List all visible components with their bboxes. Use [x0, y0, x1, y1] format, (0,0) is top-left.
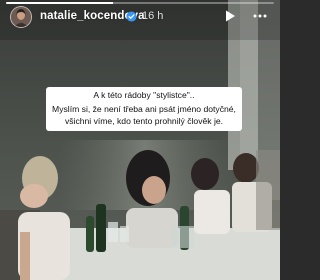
verified-badge-icon [126, 11, 137, 22]
post-timestamp: 16 h [142, 10, 164, 22]
play-icon[interactable] [222, 8, 238, 24]
caption-line-2: Myslím si, že není třeba ani psát jméno … [52, 104, 236, 114]
story-text-overlay: A k této rádoby "stylistce".. Myslím si,… [46, 87, 242, 131]
story-viewer[interactable]: natalie_kocendova 16 h A k této rádoby "… [0, 0, 280, 280]
more-options-icon[interactable] [252, 8, 268, 24]
story-header: natalie_kocendova 16 h [0, 0, 280, 36]
caption-line-1: A k této rádoby "stylistce".. [93, 90, 195, 100]
caption-line-3: všichni víme, kdo tento prohnilý člověk … [64, 116, 224, 126]
story-photo [0, 0, 280, 280]
avatar[interactable] [10, 6, 32, 28]
